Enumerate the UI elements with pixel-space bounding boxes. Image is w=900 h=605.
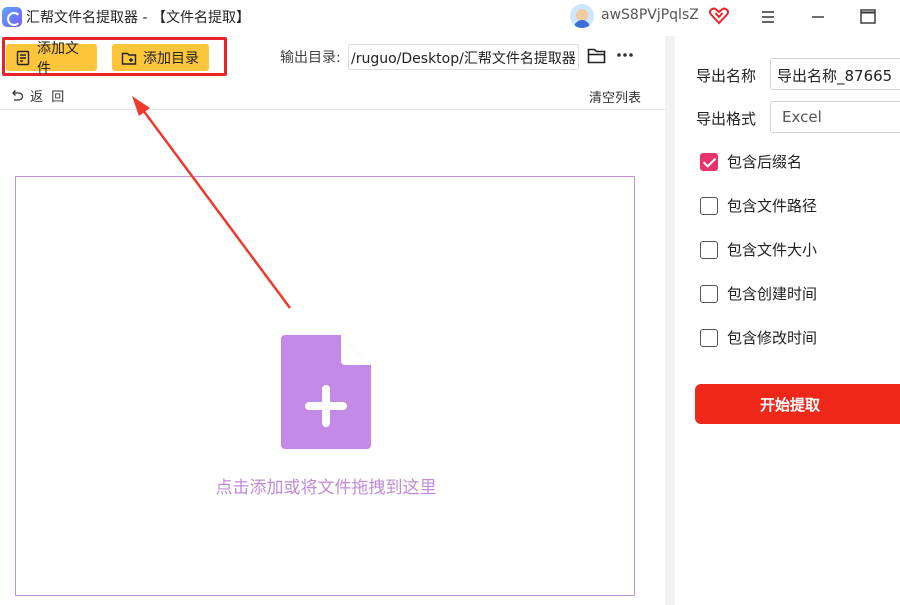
checkbox[interactable] [700, 240, 718, 259]
file-plus-icon [281, 335, 371, 449]
checkbox[interactable] [700, 284, 718, 303]
output-dir-label: 输出目录: [280, 50, 341, 66]
option-label: 包含创建时间 [727, 285, 818, 303]
option-include-created-time[interactable]: 包含创建时间 [700, 283, 817, 304]
folder-plus-icon [121, 52, 137, 65]
option-include-path[interactable]: 包含文件路径 [700, 195, 817, 216]
add-directory-label: 添加目录 [143, 50, 199, 67]
option-include-size[interactable]: 包含文件大小 [700, 239, 817, 260]
file-list-panel: 添加文件 添加目录 输出目录: /ruguo/Desktop/汇帮文件名提取器 … [0, 36, 665, 605]
export-format-select[interactable]: Excel [770, 101, 900, 133]
file-drop-zone[interactable]: 点击添加或将文件拖拽到这里 [15, 176, 635, 596]
drop-zone-hint: 点击添加或将文件拖拽到这里 [215, 478, 437, 498]
start-extract-button[interactable]: 开始提取 [695, 384, 900, 424]
export-name-input[interactable]: 导出名称_87665 [770, 58, 900, 90]
app-logo-icon [2, 7, 22, 27]
checkbox[interactable] [700, 196, 718, 215]
add-directory-button[interactable]: 添加目录 [112, 44, 209, 71]
option-include-modified-time[interactable]: 包含修改时间 [700, 327, 817, 348]
export-name-label: 导出名称 [696, 67, 757, 85]
maximize-icon[interactable] [856, 5, 880, 29]
undo-button[interactable]: 返 回 [10, 86, 64, 105]
add-file-button[interactable]: 添加文件 [6, 41, 97, 77]
undo-label: 返 回 [30, 90, 65, 105]
checkbox-checked[interactable] [700, 152, 718, 171]
option-include-extension[interactable]: 包含后缀名 [700, 151, 802, 172]
add-file-label: 添加文件 [37, 40, 79, 77]
clear-list-button[interactable]: 清空列表 [589, 87, 641, 106]
username[interactable]: awS8PVjPqlsZ [601, 7, 699, 23]
folder-open-icon[interactable] [587, 47, 607, 65]
panel-divider [665, 36, 675, 605]
output-dir-field[interactable]: /ruguo/Desktop/汇帮文件名提取器 [348, 44, 579, 70]
vip-heart-icon[interactable] [709, 7, 729, 25]
file-list-icon [16, 50, 30, 65]
hamburger-menu-icon[interactable] [756, 5, 780, 29]
toolbar-divider [0, 109, 665, 110]
option-label: 包含修改时间 [727, 329, 818, 347]
option-label: 包含后缀名 [727, 153, 803, 171]
title-bar: 汇帮文件名提取器 - 【文件名提取】 awS8PVjPqlsZ [0, 0, 900, 34]
undo-icon [12, 89, 24, 101]
settings-panel: 导出名称 导出名称_87665 导出格式 Excel 包含后缀名 包含文件路径 … [675, 36, 900, 605]
user-avatar[interactable] [570, 4, 594, 28]
checkbox[interactable] [700, 328, 718, 347]
minimize-icon[interactable] [806, 5, 830, 29]
ellipsis-icon[interactable] [615, 45, 635, 65]
export-format-label: 导出格式 [696, 110, 757, 128]
window-title: 汇帮文件名提取器 - 【文件名提取】 [26, 10, 250, 26]
option-label: 包含文件大小 [727, 241, 818, 259]
option-label: 包含文件路径 [727, 197, 818, 215]
